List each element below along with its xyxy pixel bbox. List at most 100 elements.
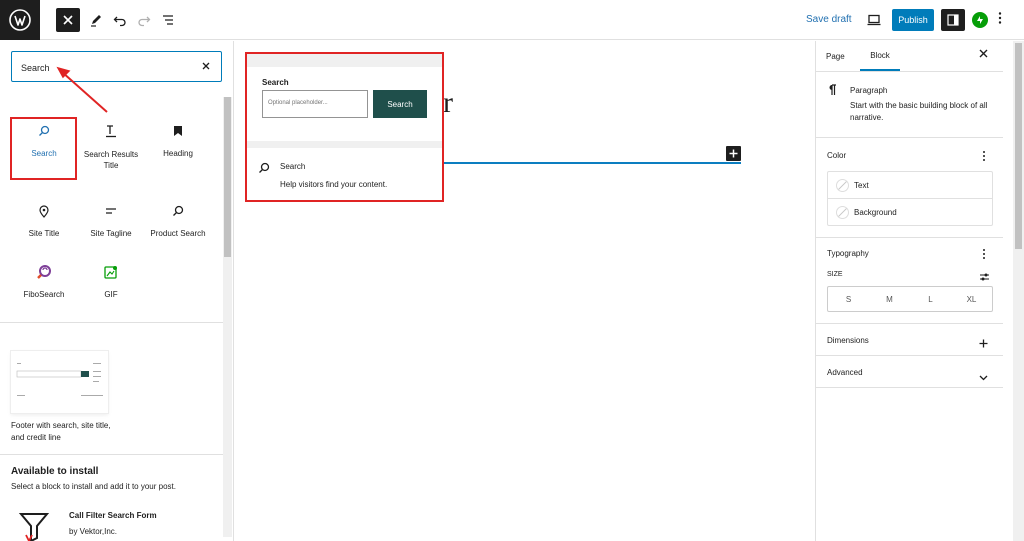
block-preview-popover: Search Optional placeholder... Search Se… — [245, 52, 444, 202]
custom-size-button[interactable] — [979, 269, 990, 287]
post-title-fragment[interactable]: r — [443, 86, 453, 120]
undo-icon — [113, 16, 126, 27]
more-options-icon — [998, 12, 1002, 24]
color-panel-title: Color — [827, 151, 847, 160]
selected-block-highlight — [10, 117, 77, 180]
block-site-title[interactable]: Site Title — [11, 201, 77, 238]
search-icon — [259, 162, 270, 173]
advanced-toggle[interactable] — [979, 368, 988, 386]
settings-button[interactable] — [941, 9, 965, 31]
chevron-down-icon — [979, 375, 988, 381]
block-insertion-indicator — [444, 162, 741, 164]
block-label: FiboSearch — [23, 290, 65, 299]
redo-icon — [138, 16, 151, 27]
preview-stripe — [247, 54, 442, 67]
sliders-icon — [980, 273, 989, 281]
clear-search-button[interactable] — [202, 59, 210, 73]
map-pin-icon — [39, 204, 49, 218]
tab-page[interactable]: Page — [826, 41, 852, 71]
available-to-install-heading: Available to install — [11, 466, 99, 477]
divider — [816, 323, 1003, 324]
settings-sidebar: Page Block Paragraph Start with the basi… — [815, 41, 1003, 541]
size-option-l[interactable]: L — [910, 287, 951, 311]
pattern-label: Footer with search, site title, and cred… — [11, 421, 111, 442]
color-settings-group: Text Background — [827, 171, 993, 226]
advanced-panel-title[interactable]: Advanced — [827, 368, 863, 377]
search-input-value: Search — [21, 63, 50, 73]
block-search-input[interactable]: Search — [11, 51, 222, 82]
background-color-option[interactable]: Background — [828, 199, 992, 226]
text-color-label: Text — [854, 180, 869, 190]
page-scrollbar[interactable] — [1013, 41, 1024, 541]
divider — [816, 237, 1003, 238]
block-site-tagline[interactable]: Site Tagline — [78, 201, 144, 238]
section-divider — [0, 322, 223, 323]
preview-block-title: Search — [280, 162, 306, 171]
add-block-button[interactable] — [726, 146, 741, 161]
pattern-preview-card[interactable] — [11, 351, 108, 413]
plugin-logo[interactable] — [18, 511, 50, 541]
plugin-name[interactable]: Call Filter Search Form — [69, 511, 157, 520]
typography-panel-title: Typography — [827, 249, 869, 258]
filter-funnel-icon — [18, 513, 50, 541]
typography-options-button[interactable] — [982, 247, 986, 265]
document-overview-button[interactable] — [156, 8, 180, 32]
wordpress-logo[interactable] — [0, 0, 40, 40]
editor-toolbar: Save draft Publish — [0, 0, 1024, 40]
dimensions-panel-title[interactable]: Dimensions — [827, 336, 869, 345]
block-product-search[interactable]: Product Search — [145, 201, 211, 238]
section-divider — [0, 454, 223, 455]
publish-button[interactable]: Publish — [892, 9, 934, 31]
block-card-description: Start with the basic building block of a… — [850, 101, 988, 122]
list-view-icon — [163, 15, 173, 25]
preview-block-description: Help visitors find your content. — [280, 180, 388, 189]
undo-button[interactable] — [108, 8, 132, 32]
block-search-results-title[interactable]: Search Results Title — [78, 121, 144, 171]
scrollbar-thumb[interactable] — [224, 97, 231, 257]
title-icon — [106, 125, 116, 138]
block-gif[interactable]: GIF — [78, 262, 144, 299]
preview-info-icon — [258, 161, 270, 179]
close-sidebar-button[interactable] — [979, 49, 988, 61]
empty-swatch-icon — [836, 179, 849, 192]
tagline-icon — [106, 208, 116, 214]
divider — [816, 355, 1003, 356]
close-icon — [63, 15, 73, 25]
pilcrow-icon — [827, 83, 837, 101]
divider — [816, 387, 1003, 388]
plugin-author: by Vektor,Inc. — [69, 527, 118, 536]
empty-swatch-icon — [836, 206, 849, 219]
divider — [816, 137, 1003, 138]
divider — [816, 71, 1003, 72]
preview-search-button: Search — [373, 90, 427, 118]
block-inserter-panel: Search Search Search Results Title Headi… — [0, 41, 234, 541]
close-inserter-button[interactable] — [56, 8, 80, 32]
tools-button[interactable] — [84, 8, 108, 32]
dimensions-add-button[interactable] — [979, 335, 988, 353]
background-color-label: Background — [854, 208, 897, 217]
size-label: SIZE — [827, 271, 843, 278]
plus-icon — [729, 149, 738, 158]
block-label: Heading — [163, 149, 193, 158]
jetpack-button[interactable] — [972, 12, 988, 28]
tab-block[interactable]: Block — [860, 41, 900, 71]
size-option-m[interactable]: M — [869, 287, 910, 311]
save-draft-button[interactable]: Save draft — [806, 14, 852, 25]
scrollbar-thumb[interactable] — [1015, 43, 1022, 249]
options-button[interactable] — [998, 11, 1002, 27]
more-options-icon — [983, 151, 985, 161]
text-color-option[interactable]: Text — [828, 172, 992, 199]
size-option-xl[interactable]: XL — [951, 287, 992, 311]
block-label: Product Search — [150, 229, 206, 238]
jetpack-icon — [977, 16, 983, 24]
redo-button[interactable] — [132, 8, 156, 32]
inserter-scrollbar[interactable] — [223, 97, 232, 537]
block-heading[interactable]: Heading — [145, 121, 211, 158]
block-card-title: Paragraph — [850, 86, 888, 95]
color-options-button[interactable] — [982, 149, 986, 167]
plus-icon — [979, 339, 988, 348]
preview-button[interactable] — [862, 8, 886, 32]
block-fibosearch[interactable]: FiboSearch — [11, 262, 77, 299]
size-option-s[interactable]: S — [828, 287, 869, 311]
preview-search-label: Search — [262, 78, 289, 87]
